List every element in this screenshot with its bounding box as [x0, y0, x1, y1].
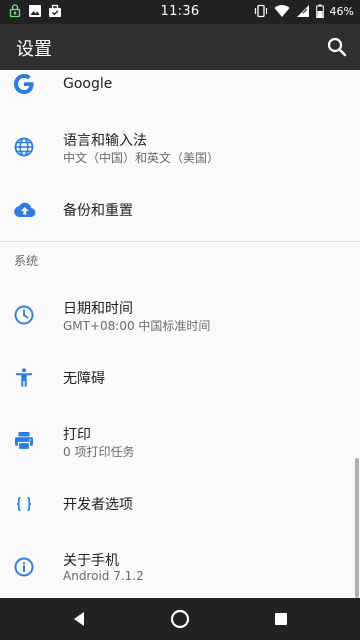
settings-item-printing[interactable]: 打印 0 项打印任务 [0, 410, 360, 472]
settings-item-label: 打印 [63, 427, 91, 443]
settings-item-google[interactable]: Google [0, 70, 360, 104]
settings-item-summary: GMT+08:00 中国标准时间 [63, 319, 211, 333]
navigation-bar [0, 598, 360, 640]
search-icon[interactable] [324, 34, 350, 60]
settings-item-about-phone[interactable]: 关于手机 Android 7.1.2 [0, 536, 360, 598]
back-icon[interactable] [66, 606, 92, 632]
cloud-upload-icon [14, 202, 36, 217]
google-icon [14, 74, 34, 94]
settings-item-label: 关于手机 [63, 553, 119, 569]
settings-item-summary: 中文（中国）和英文（美国） [63, 151, 220, 165]
battery-icon [315, 4, 324, 18]
section-divider [0, 241, 360, 242]
settings-item-language[interactable]: 语言和输入法 中文（中国）和英文（美国） [0, 116, 360, 178]
app-bar: 设置 [0, 24, 360, 70]
clock-icon [14, 305, 34, 325]
settings-item-summary: 0 项打印任务 [63, 445, 135, 459]
settings-item-accessibility[interactable]: 无障碍 [0, 350, 360, 406]
settings-item-label: 语言和输入法 [63, 133, 147, 149]
accessibility-icon [16, 368, 32, 387]
globe-icon [14, 137, 34, 157]
signal-icon [296, 5, 309, 17]
settings-item-label: 备份和重置 [63, 203, 133, 219]
settings-item-summary: Android 7.1.2 [63, 569, 144, 583]
settings-item-label: 日期和时间 [63, 301, 133, 317]
settings-item-label: 开发者选项 [63, 497, 133, 513]
status-right-icons: 46% [254, 4, 354, 18]
settings-screen: 11:36 46% 设置 Google 语言和输入法 中文（中国）和英文（美国）… [0, 0, 360, 640]
info-icon [14, 557, 34, 577]
home-icon[interactable] [167, 606, 193, 632]
settings-item-backup-reset[interactable]: 备份和重置 [0, 182, 360, 238]
printer-icon [15, 432, 33, 451]
scrollbar[interactable] [355, 458, 359, 598]
wifi-icon [274, 5, 290, 18]
recents-icon[interactable] [268, 606, 294, 632]
settings-item-label: 无障碍 [63, 371, 105, 387]
page-title: 设置 [16, 39, 52, 60]
braces-icon [16, 496, 32, 512]
battery-percent: 46% [329, 4, 354, 18]
settings-item-developer-options[interactable]: 开发者选项 [0, 476, 360, 532]
settings-item-label: Google [63, 76, 113, 92]
vibrate-icon [254, 4, 267, 18]
section-header-system: 系统 [14, 254, 39, 268]
status-bar: 11:36 46% [0, 0, 360, 24]
settings-item-date-time[interactable]: 日期和时间 GMT+08:00 中国标准时间 [0, 284, 360, 346]
